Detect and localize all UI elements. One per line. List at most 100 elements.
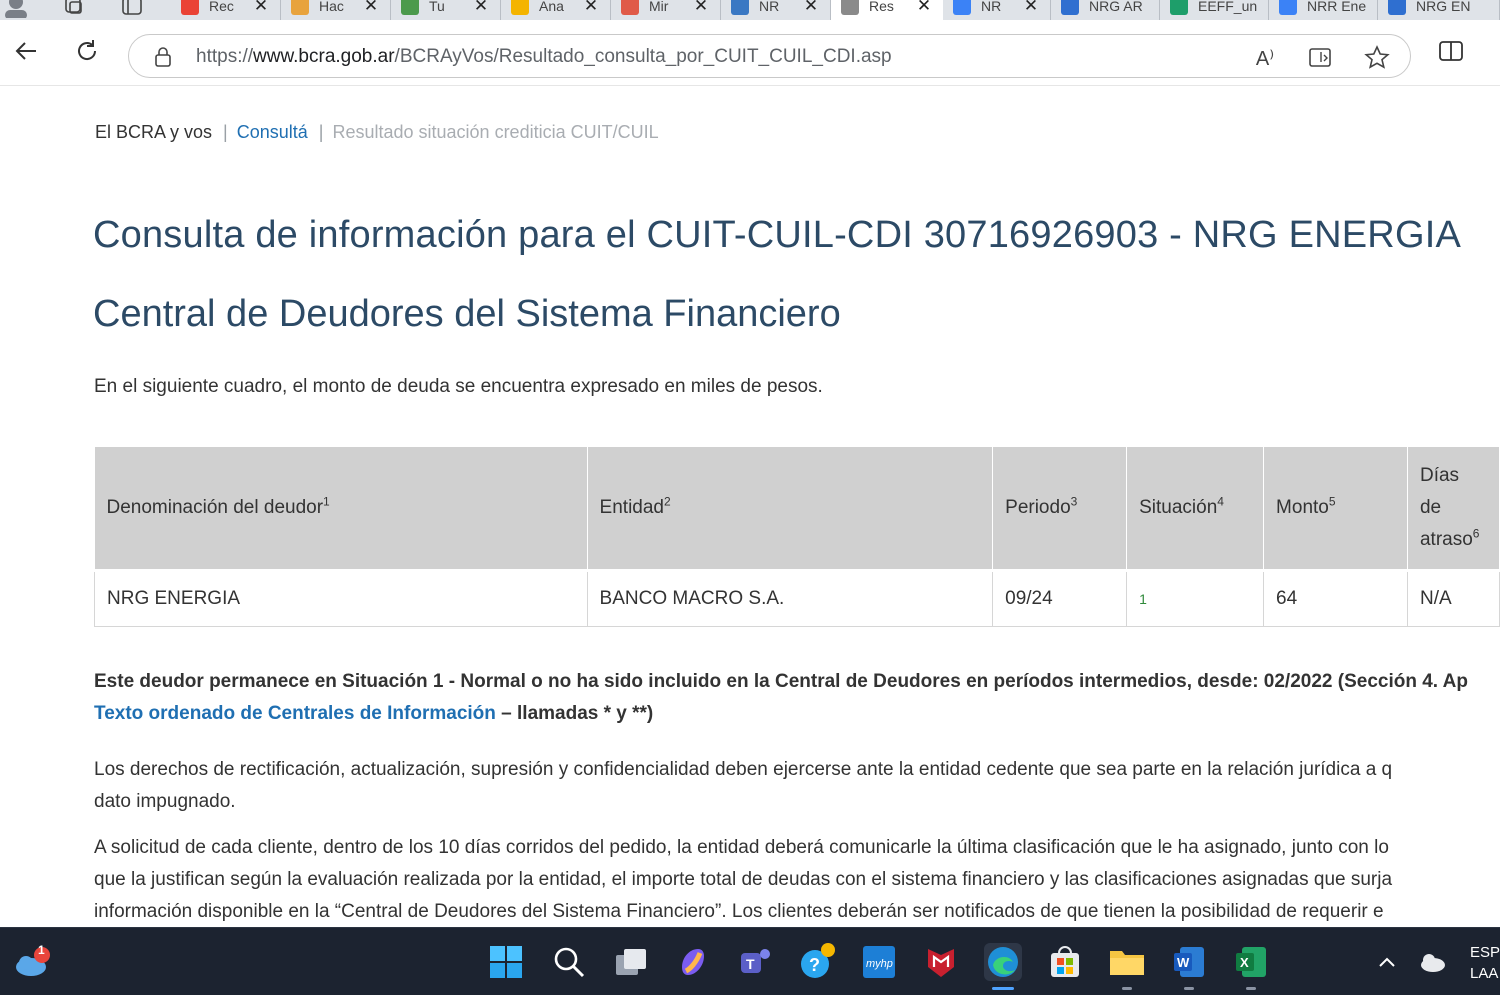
page-subtitle: Central de Deudores del Sistema Financie…	[93, 293, 841, 335]
close-tab-icon[interactable]: ✕	[582, 0, 600, 16]
breadcrumb-separator: |	[318, 122, 324, 142]
svg-text:T: T	[746, 956, 755, 972]
tab-title: Res	[869, 0, 894, 14]
profile-icon[interactable]	[4, 0, 28, 20]
close-tab-icon[interactable]: ✕	[1022, 0, 1040, 16]
linkedin-icon	[731, 0, 749, 15]
rights-line-1: Los derechos de rectificación, actualiza…	[94, 759, 1393, 780]
folder-icon	[291, 0, 309, 15]
close-tab-icon[interactable]: ✕	[692, 0, 710, 16]
request-paragraph: A solicitud de cada cliente, dentro de l…	[94, 832, 1500, 927]
situacion-value: 1	[1139, 590, 1147, 607]
page-content: El BCRA y vos | Consultá | Resultado situaci…	[0, 86, 1500, 927]
address-bar[interactable]: https://www.bcra.gob.ar/BCRAyVos/Resulta…	[128, 34, 1411, 78]
close-tab-icon[interactable]: ✕	[362, 0, 380, 16]
globe-icon	[401, 0, 419, 15]
browser-tab[interactable]: NR ✕	[721, 0, 831, 20]
favorite-star-icon[interactable]	[1363, 44, 1391, 72]
svg-text:?: ?	[809, 955, 820, 975]
tab-title: NR	[981, 0, 1002, 14]
teams-icon[interactable]: T	[736, 943, 774, 981]
refresh-button[interactable]	[72, 36, 102, 66]
breadcrumb-separator: |	[223, 122, 228, 142]
note-line-2-rest: – llamadas * y **)	[495, 703, 654, 724]
tab-title: EEFF_un	[1198, 0, 1258, 14]
browser-tab[interactable]: Rec ✕	[171, 0, 281, 20]
close-tab-icon[interactable]: ✕	[802, 0, 820, 16]
refresh-icon	[78, 40, 97, 60]
lock-icon[interactable]	[153, 46, 173, 68]
tab-title: NRR Ene	[1307, 0, 1367, 14]
browser-tab[interactable]: EEFF_un	[1160, 0, 1269, 20]
weather-badge: 1	[38, 943, 45, 957]
svg-text:W: W	[1177, 955, 1190, 970]
back-arrow-icon	[15, 42, 36, 60]
tab-title: Mir	[649, 0, 669, 14]
browser-tab[interactable]: NRG AR	[1051, 0, 1160, 20]
svg-text:X: X	[1240, 955, 1249, 970]
tab-title: Rec	[209, 0, 234, 14]
start-button[interactable]	[487, 943, 525, 981]
workspaces-icon[interactable]	[61, 0, 85, 18]
excel-icon[interactable]: X	[1232, 943, 1270, 990]
mcafee-icon[interactable]	[922, 943, 960, 981]
edge-running-indicator	[992, 987, 1014, 990]
store-icon[interactable]	[1046, 943, 1084, 981]
immersive-reader-icon[interactable]	[1307, 44, 1335, 72]
myhp-icon[interactable]: myhp	[860, 943, 898, 981]
browser-tab[interactable]: Ana ✕	[501, 0, 611, 20]
read-aloud-icon[interactable]: A⁾	[1251, 44, 1279, 72]
help-icon[interactable]: ?	[798, 943, 836, 981]
word-icon[interactable]: W	[1170, 943, 1208, 990]
tab-actions-icon[interactable]	[120, 0, 144, 18]
texto-ordenado-link[interactable]: Texto ordenado de Centrales de Informaci…	[94, 703, 496, 724]
task-view-icon[interactable]	[612, 943, 650, 981]
request-line-2: que la justifican según la evaluación re…	[94, 869, 1393, 890]
explorer-running-indicator	[1122, 987, 1132, 990]
copilot-icon	[1061, 0, 1079, 15]
back-button[interactable]	[11, 36, 41, 66]
browser-tab[interactable]: Tu ✕	[391, 0, 501, 20]
url-text[interactable]: https://www.bcra.gob.ar/BCRAyVos/Resulta…	[196, 46, 892, 68]
weather-widget-icon[interactable]: 1	[12, 943, 50, 981]
browser-tab[interactable]: NRG EN	[1378, 0, 1500, 20]
copilot-icon[interactable]	[674, 943, 712, 981]
analytics-icon	[511, 0, 529, 15]
cell-monto: 64	[1263, 569, 1408, 627]
browser-tab[interactable]: NRR Ene	[1269, 0, 1378, 20]
rights-line-2: dato impugnado.	[94, 791, 236, 812]
cell-deudor: NRG ENERGIA	[94, 569, 588, 627]
close-tab-icon[interactable]: ✕	[472, 0, 490, 16]
header-entidad: Entidad2	[587, 447, 994, 572]
breadcrumb-home[interactable]: El BCRA y vos	[95, 122, 212, 142]
language-indicator[interactable]: ESP LAA	[1470, 942, 1500, 984]
cell-situacion: 1	[1126, 569, 1265, 627]
request-line-3: información disponible en la “Central de…	[94, 901, 1384, 922]
tab-title: Tu	[429, 0, 445, 14]
browser-toolbar: https://www.bcra.gob.ar/BCRAyVos/Resulta…	[0, 20, 1500, 86]
file-explorer-icon[interactable]	[1108, 943, 1146, 990]
edge-taskbar-icon[interactable]	[984, 943, 1022, 990]
situation-note: Este deudor permanece en Situación 1 - N…	[94, 666, 1500, 730]
search-taskbar-icon[interactable]	[550, 943, 588, 981]
onedrive-cloud-icon[interactable]	[1413, 943, 1451, 981]
tab-title: Ana	[539, 0, 564, 14]
search-icon	[953, 0, 971, 15]
split-screen-button[interactable]	[1436, 36, 1466, 66]
header-deudor: Denominación del deudor1	[94, 447, 588, 572]
tab-strip: Rec ✕ Hac ✕ Tu ✕ Ana ✕ Mir ✕ NR ✕ Res ✕ NR ✕ NRG AR EEFF_…	[0, 0, 1500, 20]
browser-tab[interactable]: NR ✕	[943, 0, 1051, 20]
breadcrumb: El BCRA y vos | Consultá | Resultado situaci…	[95, 122, 659, 143]
split-screen-icon	[1439, 41, 1463, 61]
browser-tab[interactable]: Res ✕	[831, 0, 943, 20]
table-row: NRG ENERGIA BANCO MACRO S.A. 09/24 1 64 …	[94, 569, 1500, 627]
browser-tab[interactable]: Mir ✕	[611, 0, 721, 20]
close-tab-icon[interactable]: ✕	[915, 0, 933, 16]
browser-tab[interactable]: Hac ✕	[281, 0, 391, 20]
close-tab-icon[interactable]: ✕	[252, 0, 270, 16]
breadcrumb-link-consulta[interactable]: Consultá	[237, 122, 308, 142]
header-periodo: Periodo3	[992, 447, 1128, 572]
header-monto: Monto5	[1263, 447, 1408, 572]
show-hidden-icons-chevron-icon[interactable]	[1368, 943, 1406, 981]
bcra-icon	[841, 0, 859, 15]
